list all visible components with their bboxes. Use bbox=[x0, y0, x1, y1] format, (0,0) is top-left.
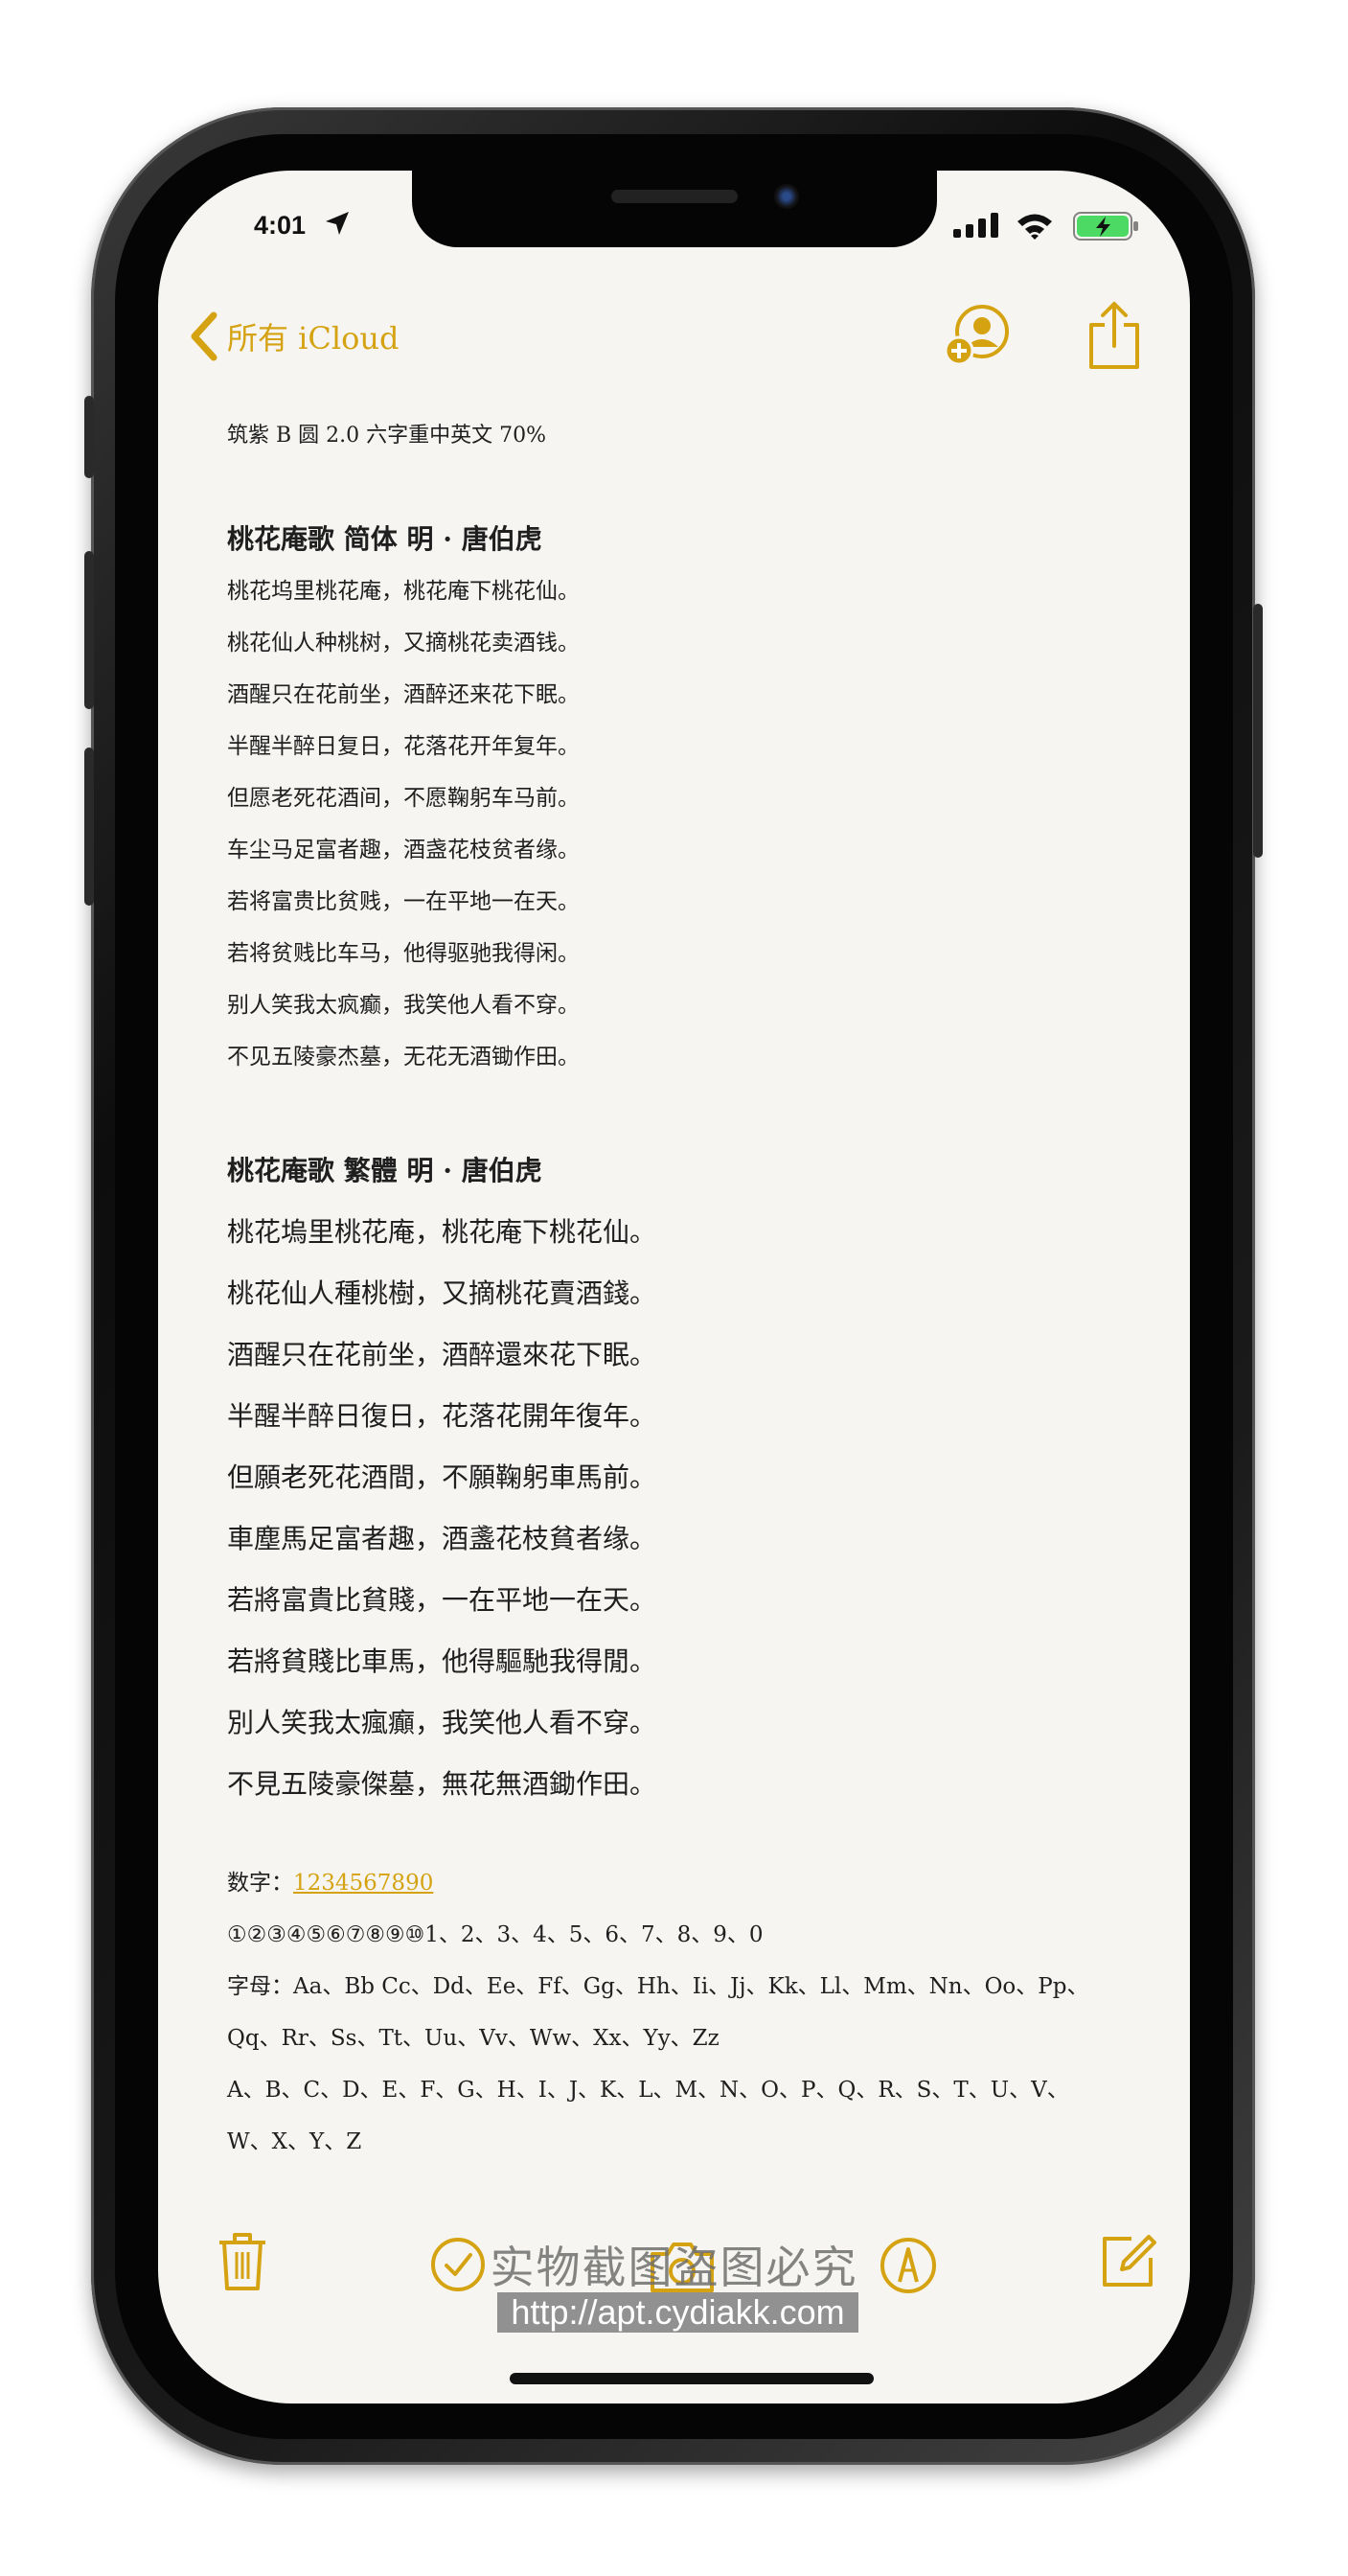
poem-line: 若將貧賤比車馬，他得驅馳我得閒。 bbox=[227, 1645, 657, 1677]
poem-line: 别人笑我太疯癫，我笑他人看不穿。 bbox=[227, 993, 580, 1018]
back-button[interactable]: 所有 iCloud bbox=[187, 308, 400, 365]
uppercase-line: A、B、C、D、E、F、G、H、I、J、K、L、M、N、O、P、Q、R、S、T、… bbox=[227, 2078, 1069, 2103]
poem-line: 桃花坞里桃花庵，桃花庵下桃花仙。 bbox=[227, 579, 580, 604]
poem-line: 若將富貴比貧賤，一在平地一在天。 bbox=[227, 1584, 657, 1616]
front-camera bbox=[774, 184, 799, 209]
poem-line: 半醒半醉日復日，花落花開年復年。 bbox=[227, 1400, 657, 1432]
poem-line: 半醒半醉日复日，花落花开年复年。 bbox=[227, 734, 580, 759]
wifi-icon bbox=[1017, 214, 1052, 240]
simplified-title: 桃花庵歌 简体 明 · 唐伯虎 bbox=[227, 523, 542, 555]
volume-down-button bbox=[84, 748, 94, 906]
trash-icon[interactable] bbox=[216, 2231, 269, 2292]
poem-line: 桃花仙人种桃树，又摘桃花卖酒钱。 bbox=[227, 631, 580, 656]
poem-line: 若将贫贱比车马，他得驱驰我得闲。 bbox=[227, 941, 580, 966]
circled-numbers-line: ①②③④⑤⑥⑦⑧⑨⑩1、2、3、4、5、6、7、8、9、0 bbox=[227, 1922, 764, 1947]
poem-line: 车尘马足富者趣，酒盏花枝贫者缘。 bbox=[227, 838, 580, 862]
poem-line: 不见五陵豪杰墓，无花无酒锄作田。 bbox=[227, 1045, 580, 1070]
letters-line: 字母：Aa、Bb Cc、Dd、Ee、Ff、Gg、Hh、Ii、Jj、Kk、Ll、M… bbox=[227, 1974, 1089, 1999]
status-time: 4:01 bbox=[254, 211, 307, 240]
poem-line: 車塵馬足富者趣，酒盞花枝貧者缘。 bbox=[227, 1523, 657, 1554]
font-description: 筑紫 B 圆 2.0 六字重中英文 70% bbox=[227, 424, 547, 448]
chevron-left-icon bbox=[191, 311, 217, 361]
back-button-label: 所有 iCloud bbox=[227, 320, 400, 356]
poem-line: 酒醒只在花前坐，酒醉還來花下眠。 bbox=[227, 1339, 657, 1370]
uppercase-line: W、X、Y、Z bbox=[227, 2129, 362, 2154]
poem-line: 別人笑我太瘋癲，我笑他人看不穿。 bbox=[227, 1707, 657, 1738]
watermark-url: http://apt.cydiakk.com bbox=[497, 2292, 858, 2333]
digits-link[interactable]: 1234567890 bbox=[293, 1871, 433, 1896]
earpiece-speaker bbox=[611, 190, 738, 203]
traditional-title: 桃花庵歌 繁體 明 · 唐伯虎 bbox=[227, 1155, 542, 1186]
poem-line: 酒醒只在花前坐，酒醉还来花下眠。 bbox=[227, 682, 580, 707]
poem-line: 但願老死花酒間，不願鞠躬車馬前。 bbox=[227, 1461, 657, 1493]
simplified-poem: 桃花坞里桃花庵，桃花庵下桃花仙。 桃花仙人种桃树，又摘桃花卖酒钱。 酒醒只在花前… bbox=[227, 565, 1147, 1083]
traditional-poem: 桃花塢里桃花庵，桃花庵下桃花仙。 桃花仙人種桃樹，又摘桃花賣酒錢。 酒醒只在花前… bbox=[227, 1202, 1147, 1815]
volume-up-button bbox=[84, 551, 94, 709]
share-icon[interactable] bbox=[1085, 300, 1143, 371]
watermark-url-row: http://apt.cydiakk.com bbox=[158, 2292, 1190, 2333]
digits-line: 数字：1234567890 bbox=[227, 1857, 1147, 1909]
letters-line: Qq、Rr、Ss、Tt、Uu、Vv、Ww、Xx、Yy、Zz bbox=[227, 2026, 720, 2051]
poem-line: 不見五陵豪傑墓，無花無酒鋤作田。 bbox=[227, 1768, 657, 1800]
power-button bbox=[1253, 604, 1263, 858]
checklist-icon[interactable] bbox=[429, 2236, 487, 2293]
poem-line: 桃花仙人種桃樹，又摘桃花賣酒錢。 bbox=[227, 1277, 657, 1309]
note-body[interactable]: 筑紫 B 圆 2.0 六字重中英文 70% 桃花庵歌 简体 明 · 唐伯虎 桃花… bbox=[227, 412, 1147, 2168]
poem-line: 若将富贵比贫贱，一在平地一在天。 bbox=[227, 889, 580, 914]
markup-pen-icon[interactable] bbox=[879, 2236, 938, 2295]
poem-line: 桃花塢里桃花庵，桃花庵下桃花仙。 bbox=[227, 1216, 657, 1248]
location-arrow-icon bbox=[326, 212, 349, 235]
camera-icon[interactable] bbox=[649, 2241, 716, 2294]
add-person-icon[interactable] bbox=[942, 303, 1015, 370]
notch bbox=[412, 171, 937, 247]
compose-icon[interactable] bbox=[1099, 2231, 1158, 2290]
poem-line: 但愿老死花酒间，不愿鞠躬车马前。 bbox=[227, 786, 580, 811]
battery-charging-icon bbox=[1073, 212, 1138, 241]
mute-switch bbox=[84, 396, 94, 478]
cellular-signal-icon bbox=[953, 213, 998, 238]
digits-label: 数字： bbox=[227, 1871, 293, 1896]
screen: 4:01 所有 iCloud 筑紫 B 圆 2.0 六字重中英文 70% 桃花庵… bbox=[158, 171, 1190, 2404]
home-indicator[interactable] bbox=[510, 2373, 874, 2384]
